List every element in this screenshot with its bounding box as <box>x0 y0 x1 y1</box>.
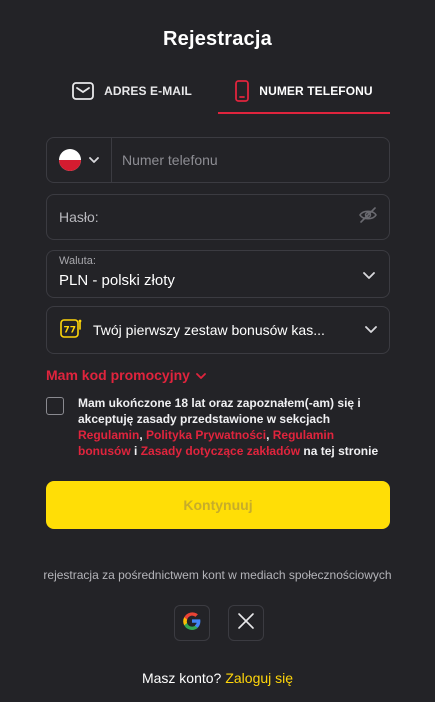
tab-email[interactable]: ADRES E-MAIL <box>46 70 218 112</box>
chevron-down-icon <box>89 151 99 169</box>
currency-value: PLN - polski złoty <box>59 272 175 289</box>
terms-separator: , <box>266 428 273 442</box>
terms-separator: i <box>130 444 141 458</box>
chevron-down-icon <box>363 267 375 285</box>
currency-select[interactable]: Waluta: PLN - polski złoty <box>46 250 390 298</box>
tab-email-label: ADRES E-MAIL <box>104 84 192 98</box>
google-login-button[interactable] <box>174 605 210 641</box>
phone-placeholder: Numer telefonu <box>122 152 218 168</box>
svg-text:77: 77 <box>64 325 77 335</box>
mobile-phone-icon <box>235 80 250 102</box>
login-prompt: Masz konto? Zaloguj się <box>0 670 435 686</box>
page-title: Rejestracja <box>163 28 272 50</box>
tab-phone-label: NUMER TELEFONU <box>259 84 373 98</box>
terms-separator: , <box>139 428 147 442</box>
tab-phone[interactable]: NUMER TELEFONU <box>218 70 390 114</box>
phone-input[interactable]: Numer telefonu <box>112 138 389 182</box>
login-question: Masz konto? <box>141 670 222 686</box>
slot-machine-icon: 77 <box>59 316 83 345</box>
x-icon <box>237 612 255 635</box>
social-buttons <box>174 605 264 641</box>
x-login-button[interactable] <box>228 605 264 641</box>
country-code-select[interactable] <box>47 138 112 182</box>
phone-field: Numer telefonu <box>46 137 390 183</box>
terms-link[interactable]: Regulamin <box>78 428 139 442</box>
terms-text: Mam ukończone 18 lat oraz zapoznałem(-am… <box>78 395 390 459</box>
bonus-text: Twój pierwszy zestaw bonusów kas... <box>93 322 325 338</box>
promo-code-label: Mam kod promocyjny <box>46 367 190 383</box>
registration-panel: Rejestracja ADRES E-MAIL NUMER TELEFONU … <box>0 0 435 702</box>
poland-flag-icon <box>59 149 81 171</box>
terms-checkbox[interactable] <box>46 397 64 415</box>
currency-label: Waluta: <box>59 255 96 267</box>
password-label: Hasło: <box>59 209 99 225</box>
login-link[interactable]: Zaloguj się <box>225 670 293 686</box>
betting-rules-link[interactable]: Zasady dotyczące zakładów <box>141 444 300 458</box>
password-field[interactable]: Hasło: <box>46 194 390 240</box>
eye-off-icon[interactable] <box>359 206 377 228</box>
social-caption: rejestracja za pośrednictwem kont w medi… <box>43 568 392 582</box>
terms-text-part: Mam ukończone 18 lat oraz zapoznałem(-am… <box>78 396 361 426</box>
bonus-select[interactable]: 77 Twój pierwszy zestaw bonusów kas... <box>46 306 390 354</box>
terms-consent: Mam ukończone 18 lat oraz zapoznałem(-am… <box>46 395 390 459</box>
terms-text-part: na tej stronie <box>300 444 379 458</box>
chevron-down-icon <box>196 367 206 383</box>
continue-button[interactable]: Kontynuuj <box>46 481 390 529</box>
privacy-policy-link[interactable]: Polityka Prywatności <box>146 428 266 442</box>
google-icon <box>182 611 202 636</box>
chevron-down-icon <box>365 321 377 339</box>
registration-tabs: ADRES E-MAIL NUMER TELEFONU <box>46 70 390 114</box>
promo-code-toggle[interactable]: Mam kod promocyjny <box>46 367 206 383</box>
envelope-icon <box>72 82 94 100</box>
